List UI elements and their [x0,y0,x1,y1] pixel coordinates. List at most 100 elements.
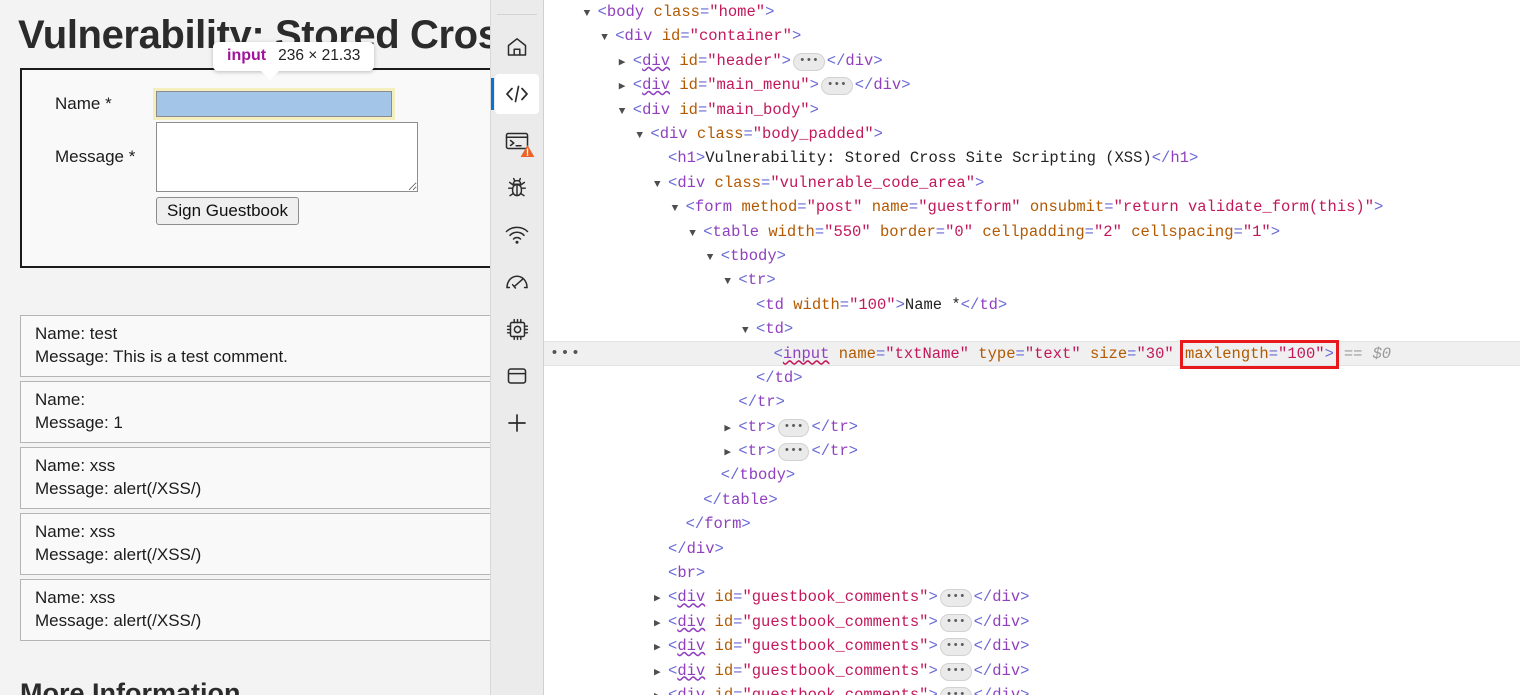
markup-line[interactable]: <div class="body_padded"> [544,122,1520,146]
twisty-toggle[interactable] [654,612,668,636]
devtools-screenshot: Vulnerability: Stored Cross Site Scripti… [0,0,1520,695]
markup-line[interactable]: <div id="main_menu">•••</div> [544,73,1520,97]
twisty-toggle[interactable] [689,222,703,246]
twisty-toggle[interactable] [724,417,738,441]
submit-spacer [53,195,153,227]
markup-line[interactable]: <tr>•••</tr> [544,415,1520,439]
expand-badge[interactable]: ••• [939,686,972,695]
markup-line[interactable]: </table> [544,488,1520,512]
vulnerable-code-area: Name * Message * Sign Guestbook [20,68,490,268]
network-icon-button[interactable] [495,215,539,255]
form-row-name: Name * [53,88,490,120]
comment-name: Name: [35,389,86,409]
highlighter-tooltip: input 236 × 21.33 [213,42,375,80]
console-icon-button[interactable] [495,121,539,161]
plus-icon [505,411,529,435]
expand-badge[interactable]: ••• [777,443,810,462]
markup-line[interactable]: </form> [544,512,1520,536]
markup-line[interactable]: </tr> [544,390,1520,414]
markup-line[interactable]: <td> [544,317,1520,341]
twisty-toggle[interactable] [636,124,650,148]
markup-line[interactable]: <table width="550" border="0" cellpaddin… [544,220,1520,244]
markup-view[interactable]: <body class="home"><div id="container"><… [544,0,1520,695]
comment-name: Name: test [35,324,118,343]
wifi-icon [504,224,530,246]
performance-icon-button[interactable] [495,262,539,302]
twisty-toggle[interactable] [619,100,633,124]
guestbook-comment: Name: xss Message: alert(/XSS/) [20,446,490,509]
twisty-toggle[interactable] [654,636,668,660]
expand-badge[interactable]: ••• [792,52,825,71]
markup-line[interactable]: <body class="home"> [544,0,1520,24]
comment-name: Name: xss [35,455,116,475]
more-information-heading: More Information [20,678,241,695]
expand-badge[interactable]: ••• [939,589,972,608]
highlighter-tag-name: input [227,47,267,64]
twisty-toggle[interactable] [707,246,721,270]
markup-line[interactable]: <td width="100">Name *</td> [544,293,1520,317]
message-input-cell [154,120,490,194]
twisty-toggle[interactable] [601,26,615,50]
storage-icon-button[interactable] [495,356,539,396]
comment-name: Name: xss [35,521,116,541]
submit-cell: Sign Guestbook [154,195,490,227]
twisty-toggle[interactable] [654,587,668,611]
twisty-toggle[interactable] [584,2,598,26]
twisty-toggle[interactable] [654,685,668,695]
markup-line[interactable]: </tbody> [544,463,1520,487]
guestbook-form-table: Name * Message * Sign Guestbook [52,88,490,228]
markup-line[interactable]: <div id="guestbook_comments">•••</div> [544,610,1520,634]
comment-message: Message: 1 [35,413,123,433]
debugger-icon-button[interactable] [495,168,539,208]
message-textarea[interactable] [156,122,418,192]
markup-line[interactable]: <div id="guestbook_comments">•••</div> [544,634,1520,658]
markup-line[interactable]: <div class="vulnerable_code_area"> [544,171,1520,195]
name-input[interactable] [153,88,395,120]
home-icon-button[interactable] [495,27,539,67]
markup-line[interactable]: </td> [544,366,1520,390]
comment-message: Message: alert(/XSS/) [35,611,202,631]
memory-icon-button[interactable] [495,309,539,349]
markup-line-selected[interactable]: ••• <input name="txtName" type="text" siz… [544,340,1520,370]
markup-line[interactable]: <tbody> [544,244,1520,268]
expand-badge[interactable]: ••• [939,662,972,681]
markup-line[interactable]: <div id="main_body"> [544,98,1520,122]
markup-line[interactable]: <tr> [544,268,1520,292]
name-input-cell [153,88,490,120]
markup-line[interactable]: <div id="guestbook_comments">•••</div> [544,659,1520,683]
twisty-toggle[interactable] [742,319,756,343]
markup-line[interactable]: <div id="guestbook_comments">•••</div> [544,683,1520,695]
expand-badge[interactable]: ••• [939,613,972,632]
markup-line[interactable]: <div id="container"> [544,24,1520,48]
twisty-toggle[interactable] [619,75,633,99]
markup-line[interactable]: </div> [544,537,1520,561]
markup-line[interactable]: <tr>•••</tr> [544,439,1520,463]
expand-badge[interactable]: ••• [820,77,853,96]
message-label: Message * [55,147,136,166]
twisty-toggle[interactable] [724,441,738,465]
console-warning-badge-icon [520,144,535,158]
twisty-toggle[interactable] [654,661,668,685]
comment-message: Message: alert(/XSS/) [35,545,202,565]
twisty-toggle[interactable] [724,270,738,294]
twisty-toggle[interactable] [619,51,633,75]
sign-guestbook-button[interactable]: Sign Guestbook [156,197,299,225]
twisty-toggle[interactable] [654,173,668,197]
expand-badge[interactable]: ••• [777,418,810,437]
home-icon [505,35,529,59]
inspector-icon-button[interactable] [491,74,539,114]
expand-badge[interactable]: ••• [939,638,972,657]
markup-line[interactable]: <form method="post" name="guestform" ons… [544,195,1520,219]
form-row-message: Message * [53,120,490,194]
inspector-icon [504,82,530,106]
more-tools-button[interactable] [495,403,539,443]
annotation-box: maxlength="100"> [1180,340,1339,370]
markup-line[interactable]: <h1>Vulnerability: Stored Cross Site Scr… [544,146,1520,170]
rendered-web-page: Vulnerability: Stored Cross Site Scripti… [0,0,490,695]
markup-line[interactable]: <br> [544,561,1520,585]
markup-line[interactable]: <div id="guestbook_comments">•••</div> [544,585,1520,609]
row-overflow-dots[interactable]: ••• [550,342,582,366]
twisty-toggle[interactable] [672,197,686,221]
comment-name: Name: xss [35,587,116,607]
markup-line[interactable]: <div id="header">•••</div> [544,49,1520,73]
